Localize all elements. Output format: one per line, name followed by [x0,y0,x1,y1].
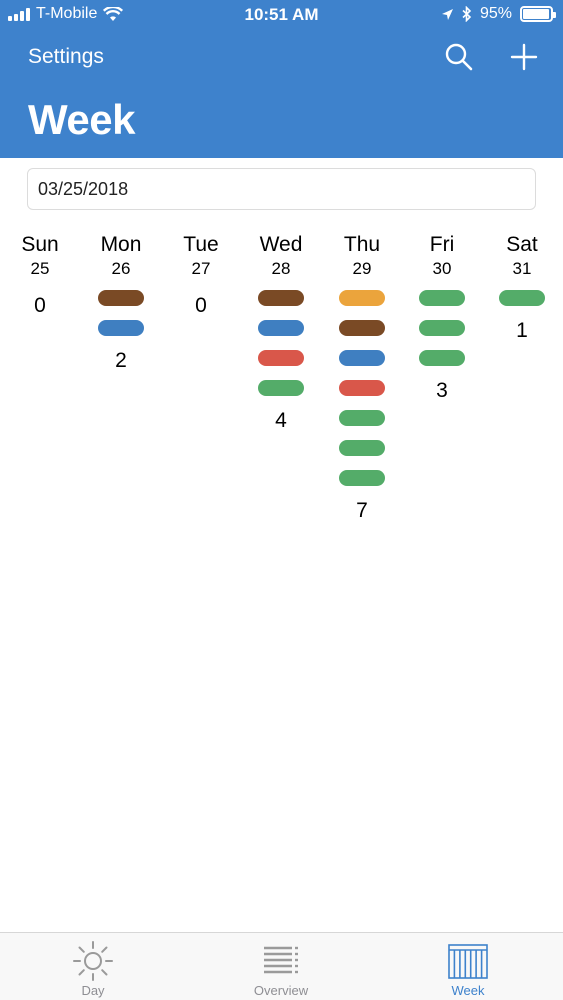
tab-label: Week [451,983,485,998]
bluetooth-icon [462,6,472,22]
day-name: Fri [429,233,455,256]
battery-icon [520,6,556,22]
day-date: 31 [512,259,532,278]
category-bar-blue [339,350,385,366]
page-title: Week [28,96,135,143]
day-date: 29 [352,259,372,278]
category-bar-brown [258,290,304,306]
day-column-mon[interactable]: Mon 26 2 [81,232,161,376]
status-bar: T-Mobile 10:51 AM 95% [0,0,563,30]
add-icon[interactable] [509,42,539,72]
category-bar-green [258,380,304,396]
tab-day[interactable]: Day [33,933,153,1000]
day-column-wed[interactable]: Wed 28 4 [241,232,321,436]
day-date: 27 [191,259,211,278]
calendar-grid-icon [448,944,488,979]
category-bar-red [258,350,304,366]
search-icon[interactable] [444,42,474,72]
day-count: 7 [356,499,368,522]
day-name: Tue [183,233,219,256]
day-bars [499,290,545,320]
week-grid: Sun 25 0 Mon 26 2 Tue 27 0 Wed 28 4 Thu … [0,232,563,532]
day-bars [419,290,465,380]
day-name: Sun [21,233,59,256]
tab-label: Day [81,983,105,998]
category-bar-blue [258,320,304,336]
day-name: Wed [259,233,303,256]
day-count: 1 [516,319,528,342]
day-column-sun[interactable]: Sun 25 0 [0,232,80,321]
day-count: 3 [436,379,448,402]
day-name: Sat [506,233,538,256]
list-icon [264,946,298,974]
tab-bar: Day Overview Week [0,932,563,1000]
category-bar-green [419,350,465,366]
category-bar-green [339,470,385,486]
day-count: 2 [115,349,127,372]
category-bar-green [499,290,545,306]
settings-button[interactable]: Settings [28,45,104,69]
day-date: 25 [30,259,50,278]
day-bars [339,290,385,500]
day-date: 28 [271,259,291,278]
battery-percent: 95% [479,5,512,22]
category-bar-green [339,410,385,426]
day-name: Thu [343,233,381,256]
category-bar-green [419,320,465,336]
date-field[interactable] [27,168,536,210]
category-bar-orange [339,290,385,306]
category-bar-brown [339,320,385,336]
day-column-tue[interactable]: Tue 27 0 [161,232,241,321]
day-count: 0 [195,294,207,317]
tab-week[interactable]: Week [408,933,528,1000]
tab-label: Overview [253,983,309,998]
day-column-thu[interactable]: Thu 29 7 [322,232,402,526]
day-column-sat[interactable]: Sat 31 1 [482,232,562,346]
category-bar-blue [98,320,144,336]
category-bar-red [339,380,385,396]
location-arrow-icon [441,8,453,20]
day-count: 0 [34,294,46,317]
day-count: 4 [275,409,287,432]
day-column-fri[interactable]: Fri 30 3 [402,232,482,406]
day-bars [258,290,304,410]
day-date: 30 [432,259,452,278]
day-name: Mon [100,233,142,256]
day-bars [98,290,144,350]
app-header: T-Mobile 10:51 AM 95% Settings Week [0,0,563,158]
sun-icon [73,941,113,981]
tab-overview[interactable]: Overview [221,933,341,1000]
category-bar-green [339,440,385,456]
category-bar-brown [98,290,144,306]
status-right: 95% [441,5,556,23]
day-date: 26 [111,259,131,278]
category-bar-green [419,290,465,306]
